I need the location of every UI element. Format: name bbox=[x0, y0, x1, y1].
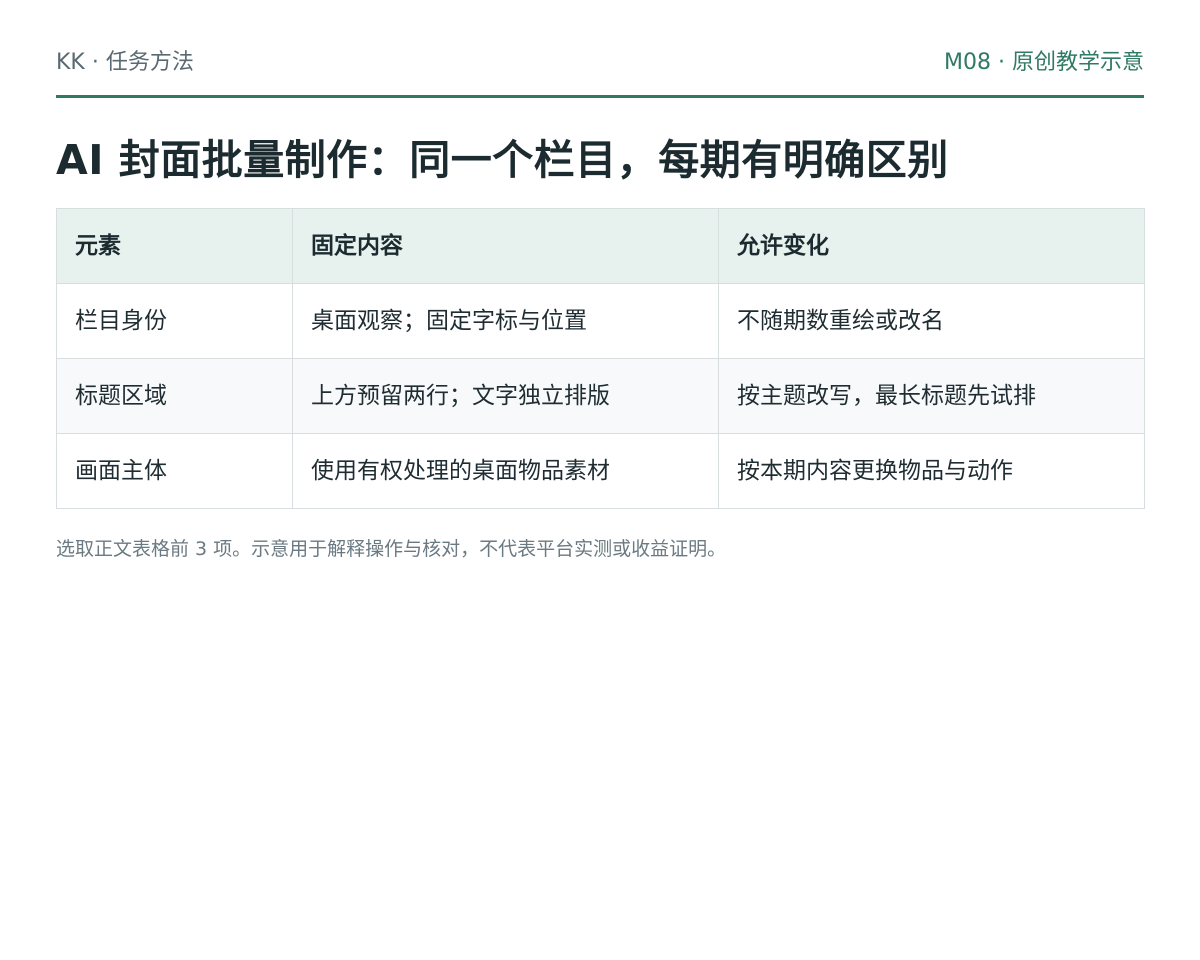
table-header-row: 元素 固定内容 允许变化 bbox=[56, 208, 1145, 284]
table-cell: 上方预留两行；文字独立排版 bbox=[292, 358, 719, 434]
table-cell: 栏目身份 bbox=[56, 283, 293, 359]
table-cell: 按本期内容更换物品与动作 bbox=[718, 433, 1145, 509]
brand-label: KK · 任务方法 bbox=[56, 50, 194, 75]
column-header-variable: 允许变化 bbox=[718, 208, 1145, 284]
table-row: 栏目身份 桌面观察；固定字标与位置 不随期数重绘或改名 bbox=[56, 283, 1145, 359]
table-cell: 画面主体 bbox=[56, 433, 293, 509]
table-row: 画面主体 使用有权处理的桌面物品素材 按本期内容更换物品与动作 bbox=[56, 433, 1145, 509]
table-cell: 桌面观察；固定字标与位置 bbox=[292, 283, 719, 359]
column-header-element: 元素 bbox=[56, 208, 293, 284]
table-cell: 不随期数重绘或改名 bbox=[718, 283, 1145, 359]
column-header-fixed: 固定内容 bbox=[292, 208, 719, 284]
table-cell: 按主题改写，最长标题先试排 bbox=[718, 358, 1145, 434]
table-cell: 标题区域 bbox=[56, 358, 293, 434]
page-header: KK · 任务方法 M08 · 原创教学示意 bbox=[56, 0, 1144, 98]
comparison-table: 元素 固定内容 允许变化 栏目身份 桌面观察；固定字标与位置 不随期数重绘或改名… bbox=[56, 208, 1145, 509]
page-title: AI 封面批量制作：同一个栏目，每期有明确区别 bbox=[56, 136, 949, 184]
page: KK · 任务方法 M08 · 原创教学示意 AI 封面批量制作：同一个栏目，每… bbox=[0, 0, 1200, 960]
footnote: 选取正文表格前 3 项。示意用于解释操作与核对，不代表平台实测或收益证明。 bbox=[56, 538, 727, 560]
table-cell: 使用有权处理的桌面物品素材 bbox=[292, 433, 719, 509]
table-row: 标题区域 上方预留两行；文字独立排版 按主题改写，最长标题先试排 bbox=[56, 358, 1145, 434]
module-label: M08 · 原创教学示意 bbox=[944, 50, 1144, 75]
